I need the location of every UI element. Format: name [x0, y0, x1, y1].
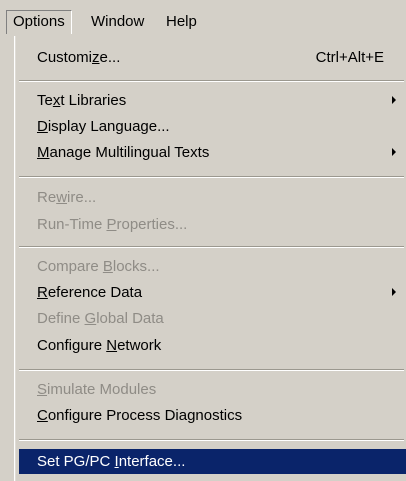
menu-item-configure-network[interactable]: Configure Network	[23, 333, 400, 358]
menu-separator	[19, 176, 404, 178]
menu-item-manage-multilingual-texts[interactable]: Manage Multilingual Texts	[23, 140, 400, 165]
menu-item-label: Rewire...	[37, 189, 97, 206]
menu-separator	[19, 80, 404, 82]
menu-item-label: Simulate Modules	[37, 381, 157, 398]
submenu-arrow-icon	[392, 148, 396, 156]
menu-item-configure-process-diagnostics[interactable]: Configure Process Diagnostics	[23, 403, 400, 428]
menu-item-label: Reference Data	[37, 284, 143, 301]
menu-item-label: Manage Multilingual Texts	[37, 144, 210, 161]
menu-item-compare-blocks: Compare Blocks...	[23, 254, 400, 279]
submenu-arrow-icon	[392, 288, 396, 296]
menu-separator	[19, 369, 404, 371]
menu-item-define-global-data: Define Global Data	[23, 306, 400, 331]
menu-options[interactable]: Options	[6, 10, 72, 34]
menu-separator	[19, 439, 404, 441]
menu-item-label: Display Language...	[37, 118, 170, 135]
options-dropdown-menu: Customize... Ctrl+Alt+E Text Libraries D…	[14, 36, 406, 481]
menu-item-label: Text Libraries	[37, 92, 127, 109]
menu-item-label: Customize...	[37, 49, 121, 66]
menu-separator	[19, 246, 404, 248]
menu-item-run-time-properties: Run-Time Properties...	[23, 212, 400, 237]
menu-help[interactable]: Help	[160, 10, 203, 34]
menu-item-simulate-modules: Simulate Modules	[23, 377, 400, 402]
menu-item-label: Configure Network	[37, 337, 162, 354]
shortcut-label: Ctrl+Alt+E	[315, 49, 384, 66]
menu-item-label: Set PG/PC Interface...	[37, 453, 186, 470]
menu-item-label: Configure Process Diagnostics	[37, 407, 243, 424]
menu-item-label: Run-Time Properties...	[37, 216, 188, 233]
menu-item-set-pgpc-interface[interactable]: Set PG/PC Interface...	[19, 449, 406, 474]
menu-item-display-language[interactable]: Display Language...	[23, 114, 400, 139]
submenu-arrow-icon	[392, 96, 396, 104]
menu-item-rewire: Rewire...	[23, 185, 400, 210]
menu-item-customize[interactable]: Customize... Ctrl+Alt+E	[23, 45, 400, 70]
menu-item-reference-data[interactable]: Reference Data	[23, 280, 400, 305]
menu-item-label: Compare Blocks...	[37, 258, 160, 275]
menu-item-text-libraries[interactable]: Text Libraries	[23, 88, 400, 113]
menubar: Options Window Help	[0, 0, 406, 38]
application-window: Options Window Help Customize... Ctrl+Al…	[0, 0, 406, 481]
menu-item-label: Define Global Data	[37, 310, 164, 327]
menu-window[interactable]: Window	[85, 10, 150, 34]
